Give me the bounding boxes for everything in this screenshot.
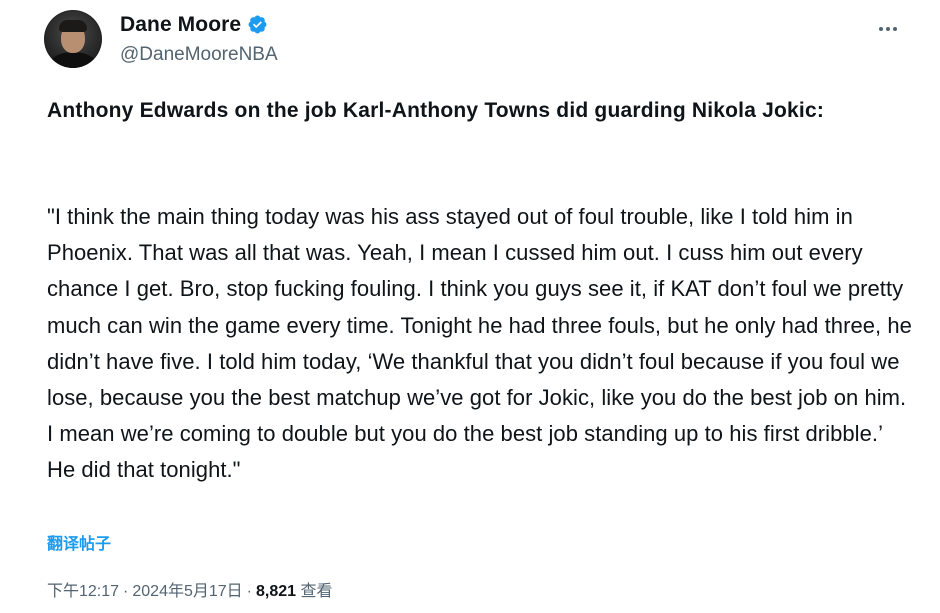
avatar[interactable] <box>44 10 102 68</box>
tweet-header: Dane Moore @DaneMooreNBA <box>44 10 904 74</box>
post-date[interactable]: 2024年5月17日 <box>132 583 242 600</box>
translate-post-link[interactable]: 翻译帖子 <box>47 530 111 554</box>
tweet-card: Dane Moore @DaneMooreNBA Anthony Edwards… <box>0 0 940 613</box>
tweet-meta: 下午12:17 · 2024年5月17日 · 8,821 查看 <box>47 584 333 600</box>
verified-badge-icon <box>247 14 268 35</box>
more-dot <box>886 27 890 31</box>
display-name[interactable]: Dane Moore <box>120 14 241 35</box>
views-label: 查看 <box>300 583 333 600</box>
meta-separator: · <box>246 583 252 600</box>
meta-separator: · <box>123 583 129 600</box>
more-horizontal-icon[interactable] <box>874 20 902 38</box>
display-name-row: Dane Moore <box>120 11 278 37</box>
divider <box>0 567 940 568</box>
tweet-quote: "I think the main thing today was his as… <box>47 204 912 483</box>
author-names: Dane Moore @DaneMooreNBA <box>120 11 278 65</box>
more-dot <box>879 27 883 31</box>
post-time[interactable]: 下午12:17 <box>47 583 119 600</box>
tweet-headline: Anthony Edwards on the job Karl-Anthony … <box>47 99 825 122</box>
author-handle[interactable]: @DaneMooreNBA <box>120 45 278 64</box>
avatar-hair <box>59 20 87 32</box>
views-count: 8,821 <box>256 583 297 600</box>
avatar-shirt <box>50 52 96 68</box>
more-dot <box>893 27 897 31</box>
